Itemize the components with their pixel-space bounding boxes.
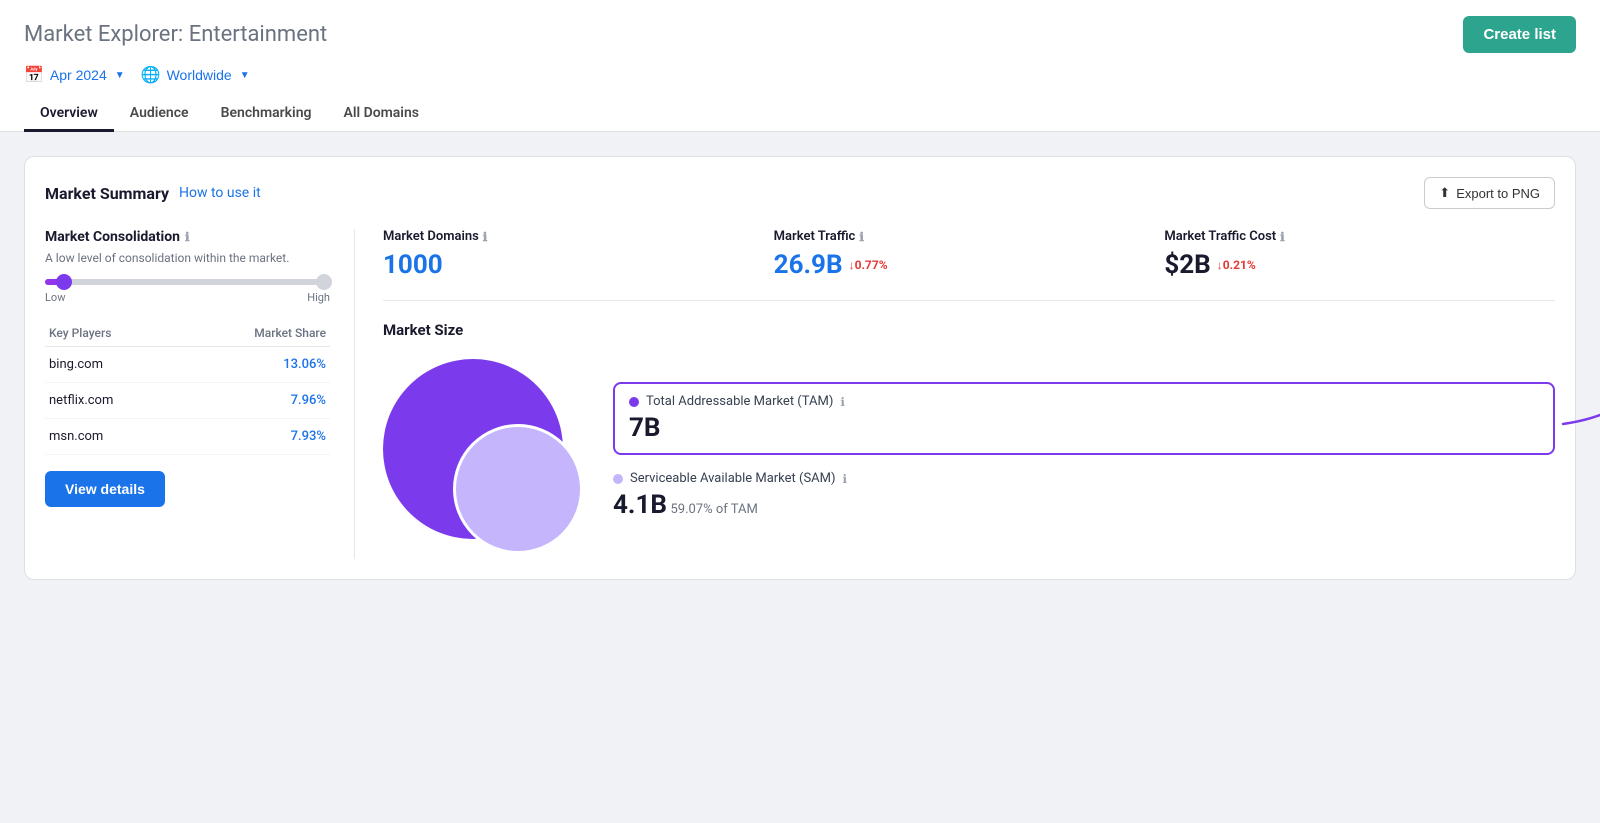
metric-domains-info-icon[interactable]: ℹ xyxy=(483,230,488,244)
key-players-table: Key Players Market Share bing.com13.06%n… xyxy=(45,320,330,455)
nav-tabs: Overview Audience Benchmarking All Domai… xyxy=(24,97,1576,131)
date-filter-button[interactable]: 📅 Apr 2024 ▼ xyxy=(24,65,125,85)
tam-box: Total Addressable Market (TAM) ℹ 7B xyxy=(613,382,1555,455)
slider-low-label: Low xyxy=(45,291,65,304)
sam-dot xyxy=(613,474,623,484)
create-list-button[interactable]: Create list xyxy=(1463,16,1576,53)
table-row: msn.com7.93% xyxy=(45,419,330,455)
tam-arrow xyxy=(1553,354,1600,434)
title-row: Market Explorer: Entertainment Create li… xyxy=(24,16,1576,53)
tam-value: 7B xyxy=(629,413,1539,443)
sam-value-row: 4.1B 59.07% of TAM xyxy=(613,490,1555,520)
slider-high-label: High xyxy=(307,291,330,304)
metric-traffic-cost-number: $2B xyxy=(1164,250,1210,280)
calendar-icon: 📅 xyxy=(24,65,44,85)
metric-traffic: Market Traffic ℹ 26.9B ↓0.77% xyxy=(774,229,1165,280)
sam-value: 4.1B xyxy=(613,490,667,520)
slider-thumb-right xyxy=(316,274,332,290)
top-bar: Market Explorer: Entertainment Create li… xyxy=(0,0,1600,132)
tam-dot xyxy=(629,397,639,407)
player-share: 13.06% xyxy=(181,347,330,383)
market-legend: Total Addressable Market (TAM) ℹ 7B xyxy=(613,382,1555,536)
left-panel: Market Consolidation ℹ A low level of co… xyxy=(45,229,355,559)
player-domain: bing.com xyxy=(45,347,181,383)
card-header: Market Summary How to use it ⬆ Export to… xyxy=(45,177,1555,209)
col-players-header: Key Players xyxy=(45,320,181,347)
card-title-row: Market Summary How to use it xyxy=(45,184,261,203)
tab-all-domains[interactable]: All Domains xyxy=(327,97,434,132)
sam-percent: 59.07% of TAM xyxy=(670,502,757,517)
title-bold: Market Explorer: xyxy=(24,22,183,47)
metric-domains-label: Market Domains xyxy=(383,229,479,244)
player-domain: msn.com xyxy=(45,419,181,455)
player-share: 7.93% xyxy=(181,419,330,455)
view-details-button[interactable]: View details xyxy=(45,471,165,507)
export-button[interactable]: ⬆ Export to PNG xyxy=(1424,177,1555,209)
metric-traffic-cost: Market Traffic Cost ℹ $2B ↓0.21% xyxy=(1164,229,1555,280)
consolidation-title-text: Market Consolidation xyxy=(45,229,180,245)
table-row: netflix.com7.96% xyxy=(45,383,330,419)
consolidation-title: Market Consolidation ℹ xyxy=(45,229,330,245)
metric-traffic-cost-value: $2B ↓0.21% xyxy=(1164,250,1535,280)
how-to-link[interactable]: How to use it xyxy=(179,185,261,201)
venn-inner-circle xyxy=(453,424,583,554)
right-panel: Market Domains ℹ 1000 Market Traffic ℹ 2… xyxy=(355,229,1555,559)
card-title: Market Summary xyxy=(45,184,169,203)
tam-info-icon[interactable]: ℹ xyxy=(840,395,845,409)
col-share-header: Market Share xyxy=(181,320,330,347)
consolidation-slider[interactable] xyxy=(45,279,330,285)
sam-label: Serviceable Available Market (SAM) xyxy=(630,471,836,486)
table-row: bing.com13.06% xyxy=(45,347,330,383)
date-chevron-icon: ▼ xyxy=(115,70,125,81)
tab-overview[interactable]: Overview xyxy=(24,97,114,132)
player-domain: netflix.com xyxy=(45,383,181,419)
sam-info-icon[interactable]: ℹ xyxy=(843,472,848,486)
metric-traffic-cost-info-icon[interactable]: ℹ xyxy=(1280,230,1285,244)
card-body: Market Consolidation ℹ A low level of co… xyxy=(45,229,1555,559)
player-share: 7.96% xyxy=(181,383,330,419)
slider-thumb-left xyxy=(56,274,72,290)
metric-traffic-info-icon[interactable]: ℹ xyxy=(859,230,864,244)
region-filter-label: Worldwide xyxy=(167,67,232,83)
globe-icon: 🌐 xyxy=(141,65,161,85)
market-summary-card: Market Summary How to use it ⬆ Export to… xyxy=(24,156,1576,580)
slider-track xyxy=(45,279,330,285)
metric-traffic-value: 26.9B ↓0.77% xyxy=(774,250,1145,280)
upload-icon: ⬆ xyxy=(1439,185,1450,201)
metric-domains: Market Domains ℹ 1000 xyxy=(383,229,774,280)
metric-domains-value: 1000 xyxy=(383,250,754,280)
main-content: Market Summary How to use it ⬆ Export to… xyxy=(0,132,1600,604)
region-filter-button[interactable]: 🌐 Worldwide ▼ xyxy=(141,65,250,85)
metric-traffic-cost-change: ↓0.21% xyxy=(1217,258,1256,272)
metric-traffic-number: 26.9B xyxy=(774,250,843,280)
market-size-section: Market Size xyxy=(383,321,1555,559)
market-size-content: Total Addressable Market (TAM) ℹ 7B xyxy=(383,359,1555,559)
venn-diagram xyxy=(383,359,583,559)
title-subtitle: Entertainment xyxy=(189,22,327,47)
metrics-row: Market Domains ℹ 1000 Market Traffic ℹ 2… xyxy=(383,229,1555,301)
date-filter-label: Apr 2024 xyxy=(50,67,107,83)
region-chevron-icon: ▼ xyxy=(240,70,250,81)
consolidation-description: A low level of consolidation within the … xyxy=(45,251,330,265)
metric-traffic-cost-label: Market Traffic Cost xyxy=(1164,229,1276,244)
sam-item: Serviceable Available Market (SAM) ℹ 4.1… xyxy=(613,471,1555,520)
market-size-title: Market Size xyxy=(383,321,1555,339)
slider-labels: Low High xyxy=(45,291,330,304)
tab-audience[interactable]: Audience xyxy=(114,97,205,132)
metric-traffic-change: ↓0.77% xyxy=(849,258,888,272)
tab-benchmarking[interactable]: Benchmarking xyxy=(205,97,328,132)
filters-row: 📅 Apr 2024 ▼ 🌐 Worldwide ▼ xyxy=(24,65,1576,85)
consolidation-info-icon[interactable]: ℹ xyxy=(185,230,190,244)
export-label: Export to PNG xyxy=(1456,186,1540,201)
metric-traffic-label: Market Traffic xyxy=(774,229,856,244)
tam-label: Total Addressable Market (TAM) xyxy=(646,394,833,409)
page-title: Market Explorer: Entertainment xyxy=(24,22,327,47)
